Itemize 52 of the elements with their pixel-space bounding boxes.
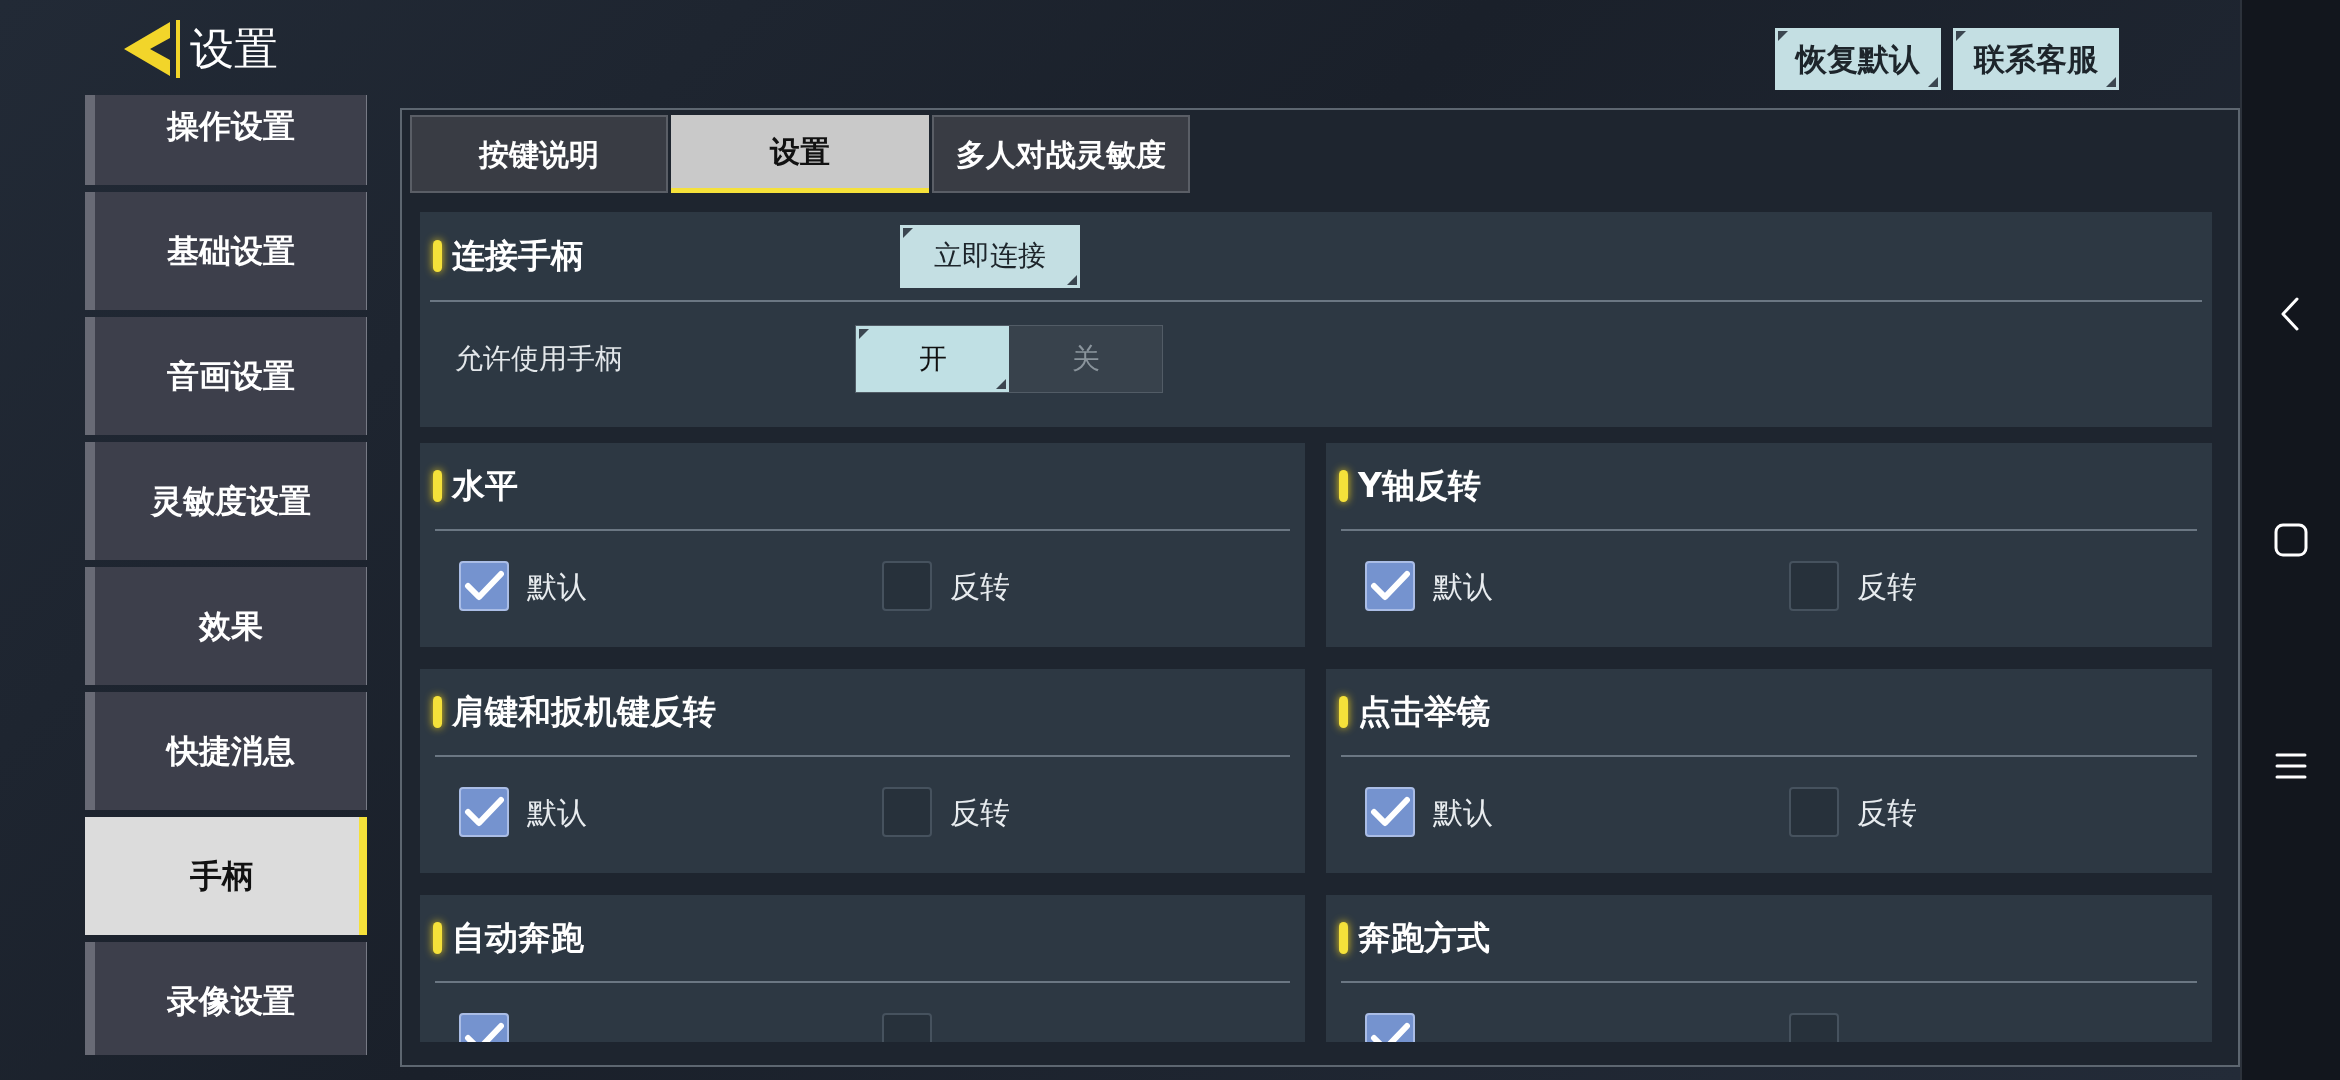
checkbox[interactable] [459, 787, 509, 837]
sidebar-item[interactable]: 快捷消息 [85, 692, 367, 810]
option-label: 默认 [527, 567, 587, 606]
accent-bar [1339, 922, 1348, 954]
accent-bar [433, 470, 442, 502]
accent-bar [1339, 696, 1348, 728]
option-label: 反转 [1856, 567, 1917, 606]
card-title: 点击举镜 [1358, 691, 1490, 734]
setting-label: 允许使用手柄 [454, 341, 624, 377]
home-icon[interactable] [2273, 522, 2309, 558]
tab[interactable]: 多人对战灵敏度 [932, 115, 1190, 193]
sidebar-item[interactable]: 效果 [85, 567, 367, 685]
option-label: 反转 [950, 567, 1010, 606]
accent-bar [433, 922, 442, 954]
connect-button[interactable]: 立即连接 [900, 224, 1080, 288]
page-title: 设置 [190, 27, 278, 71]
sidebar-item[interactable]: 录像设置 [85, 942, 367, 1055]
checkmark-icon [464, 796, 504, 828]
card-title: 水平 [452, 465, 518, 508]
card-title: Y轴反转 [1358, 465, 1481, 508]
checkbox[interactable] [882, 787, 932, 837]
option-label: 反转 [950, 793, 1010, 832]
checkbox[interactable] [882, 561, 932, 611]
checkbox[interactable] [1788, 787, 1839, 837]
option-label: 反转 [1856, 793, 1917, 832]
tab[interactable]: 设置 [671, 115, 929, 193]
header-button[interactable]: 恢复默认 [1775, 28, 1941, 90]
card-title: 自动奔跑 [452, 917, 584, 960]
accent-bar [433, 696, 442, 728]
checkmark-icon [464, 570, 504, 602]
checkbox[interactable] [1365, 561, 1415, 611]
tab[interactable]: 按键说明 [410, 115, 668, 193]
checkmark-icon [1370, 570, 1410, 602]
option-label: 默认 [1433, 567, 1493, 606]
checkbox[interactable] [1788, 561, 1839, 611]
option-label: 默认 [1433, 793, 1493, 832]
card-title: 肩键和扳机键反转 [452, 691, 716, 734]
card-title: 奔跑方式 [1358, 917, 1490, 960]
header-button[interactable]: 联系客服 [1953, 28, 2119, 90]
option-label: 默认 [527, 793, 587, 832]
accent-bar [433, 240, 442, 272]
sidebar-item[interactable]: 手柄 [85, 817, 367, 935]
checkbox[interactable] [459, 561, 509, 611]
sidebar-item[interactable]: 音画设置 [85, 317, 367, 435]
sidebar-item[interactable]: 灵敏度设置 [85, 442, 367, 560]
sidebar-item[interactable]: 基础设置 [85, 192, 367, 310]
toggle-option[interactable]: 开 [856, 326, 1009, 392]
accent-bar [1339, 470, 1348, 502]
checkmark-icon [1370, 796, 1410, 828]
checkbox[interactable] [1365, 787, 1415, 837]
card-title: 连接手柄 [452, 235, 584, 278]
sidebar-item[interactable]: 操作设置 [85, 95, 367, 185]
